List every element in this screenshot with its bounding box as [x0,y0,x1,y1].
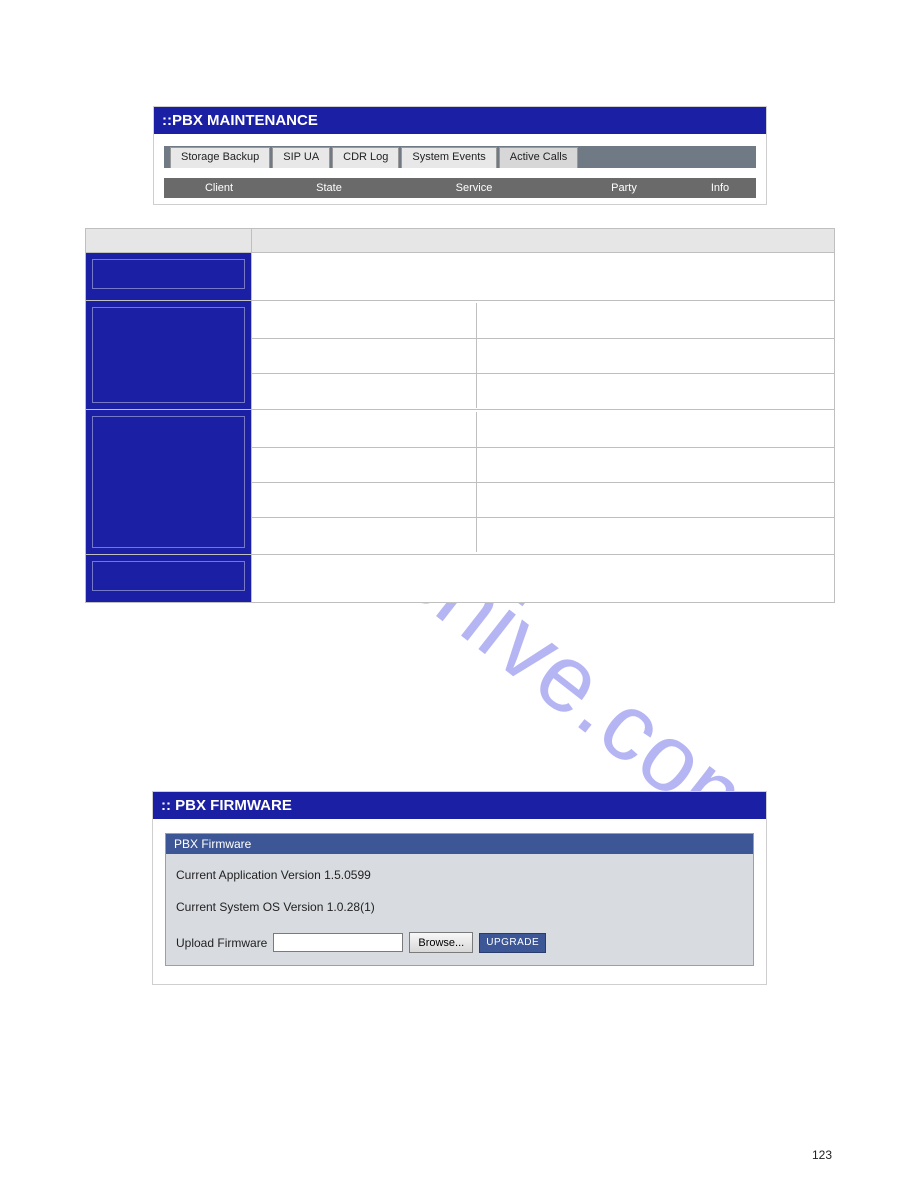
page-number: 123 [812,1148,832,1162]
os-version-text: Current System OS Version 1.0.28(1) [176,900,743,914]
tab-active-calls[interactable]: Active Calls [499,147,578,168]
pbx-firmware-panel: :: PBX FIRMWARE PBX Firmware Current App… [152,791,767,985]
active-calls-column-header: Client State Service Party Info [164,178,756,198]
firmware-header: :: PBX FIRMWARE [153,792,766,819]
row2-label-cell [86,301,252,410]
row3-label-cell [86,410,252,555]
firmware-file-input[interactable] [273,933,403,952]
row3-value-cell [252,410,835,555]
col-client: Client [164,182,274,194]
row1-label-cell [86,253,252,301]
firmware-inner-panel: PBX Firmware Current Application Version… [165,833,754,966]
description-table [85,228,835,603]
table-header-left [86,229,252,253]
col-state: State [274,182,384,194]
tab-storage-backup[interactable]: Storage Backup [170,147,270,168]
tab-system-events[interactable]: System Events [401,147,496,168]
upgrade-button[interactable]: UPGRADE [479,933,546,953]
row4-value-cell [252,555,835,603]
firmware-panel-title: PBX Firmware [166,834,753,854]
col-info: Info [684,182,756,194]
pbx-maintenance-panel: ::PBX MAINTENANCE Storage Backup SIP UA … [153,106,767,205]
row4-label-cell [86,555,252,603]
app-version-text: Current Application Version 1.5.0599 [176,868,743,882]
browse-button[interactable]: Browse... [409,932,473,953]
row1-value-cell [252,253,835,301]
row2-value-cell [252,301,835,410]
table-header-right [252,229,835,253]
firmware-panel-body: Current Application Version 1.5.0599 Cur… [166,854,753,965]
upload-label: Upload Firmware [176,936,267,950]
maintenance-tabstrip: Storage Backup SIP UA CDR Log System Eve… [164,146,756,168]
maintenance-header: ::PBX MAINTENANCE [154,107,766,134]
col-party: Party [564,182,684,194]
col-service: Service [384,182,564,194]
maintenance-body: Storage Backup SIP UA CDR Log System Eve… [154,134,766,204]
firmware-body: PBX Firmware Current Application Version… [153,819,766,984]
tab-sip-ua[interactable]: SIP UA [272,147,330,168]
tab-cdr-log[interactable]: CDR Log [332,147,399,168]
upload-firmware-form: Upload Firmware Browse... UPGRADE [176,932,743,953]
